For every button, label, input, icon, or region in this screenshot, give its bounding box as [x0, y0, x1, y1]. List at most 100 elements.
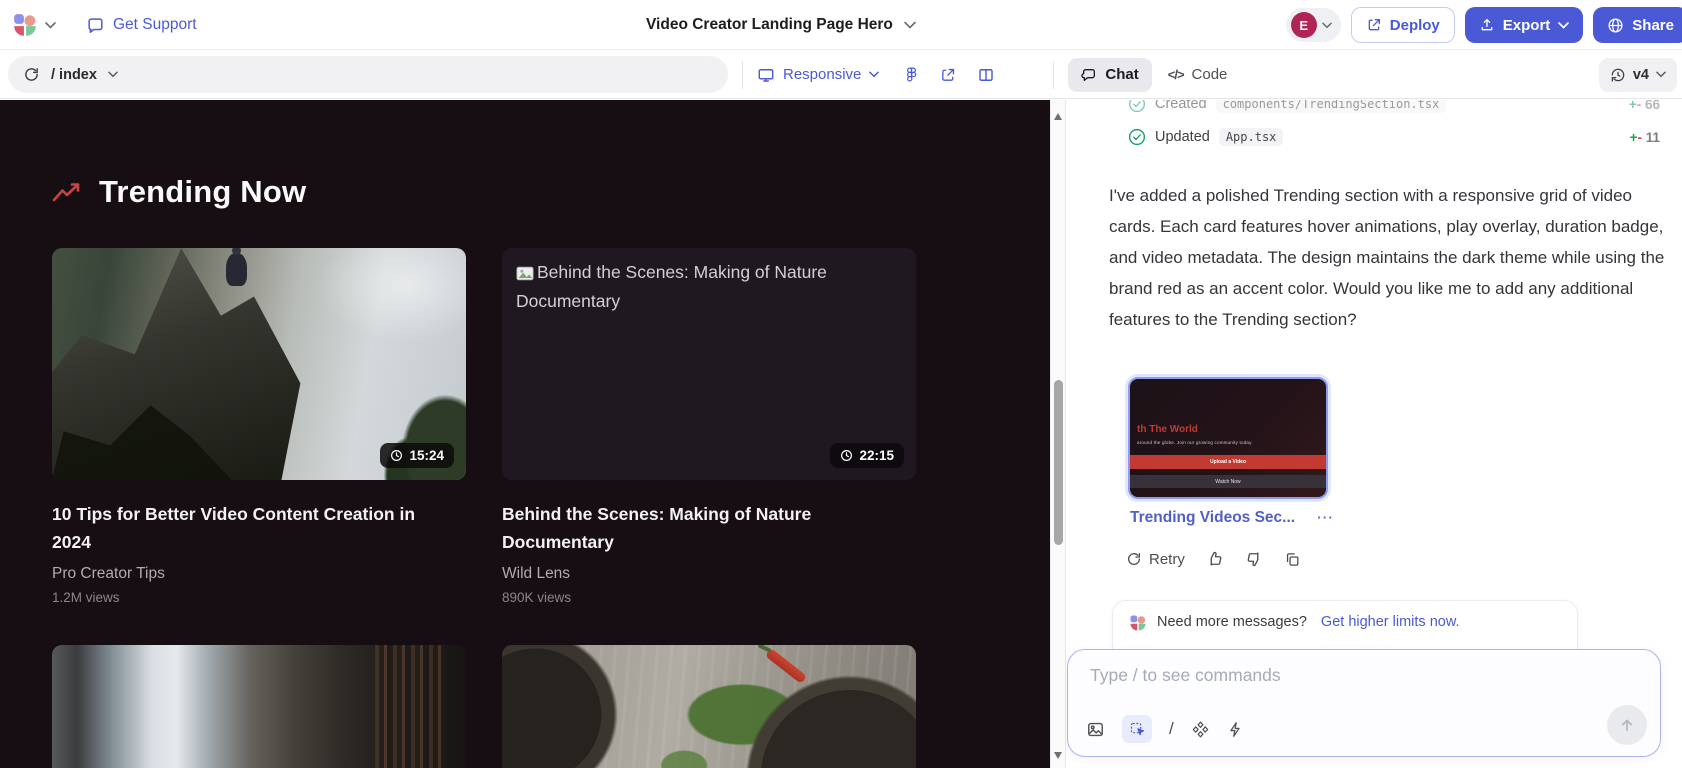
thumb-heading: th The World: [1137, 424, 1198, 435]
retry-label: Retry: [1149, 551, 1185, 568]
thumbs-up-button[interactable]: [1206, 550, 1224, 568]
account-menu[interactable]: E: [1286, 8, 1341, 42]
chevron-down-icon: [904, 21, 916, 29]
video-channel: Wild Lens: [502, 565, 916, 583]
broken-image-icon: [516, 266, 534, 281]
preview-scrollbar[interactable]: [1050, 100, 1065, 768]
chili-garnish: [765, 648, 807, 684]
globe-icon: [1607, 17, 1624, 34]
tab-code[interactable]: </> Code: [1168, 66, 1228, 83]
quick-actions-bolt-icon[interactable]: [1227, 721, 1244, 738]
assistant-message: I've added a polished Trending section w…: [1109, 180, 1671, 335]
video-views: 890K views: [502, 590, 916, 605]
url-bar[interactable]: / index: [8, 56, 728, 93]
divider: [742, 61, 743, 89]
video-thumbnail[interactable]: [52, 645, 466, 768]
event-action: Created: [1155, 100, 1207, 112]
video-card[interactable]: Behind the Scenes: Making of Nature Docu…: [502, 248, 916, 605]
support-bubble-icon: [86, 16, 105, 35]
file-event-row[interactable]: Created components/TrendingSection.tsx +…: [1128, 100, 1660, 117]
version-label: v4: [1633, 67, 1649, 83]
chevron-down-icon[interactable]: [108, 71, 118, 78]
get-higher-limits-link[interactable]: Get higher limits now.: [1321, 614, 1460, 630]
video-thumbnail[interactable]: 15:24: [52, 248, 466, 480]
export-label: Export: [1503, 17, 1551, 34]
video-card[interactable]: [52, 645, 466, 768]
image-alt-text: Behind the Scenes: Making of Nature Docu…: [516, 258, 902, 316]
history-icon: [1610, 67, 1626, 83]
video-card[interactable]: 15:24 10 Tips for Better Video Content C…: [52, 248, 466, 605]
export-button[interactable]: Export: [1465, 7, 1584, 43]
limits-text: Need more messages?: [1157, 614, 1307, 630]
diff-count: +- 11: [1630, 130, 1660, 145]
send-button[interactable]: [1607, 705, 1647, 745]
version-history-dropdown[interactable]: v4: [1599, 58, 1677, 92]
project-title: Video Creator Landing Page Hero: [646, 16, 893, 34]
chevron-down-icon: [1558, 22, 1569, 29]
section-title: Trending Now: [99, 174, 306, 210]
split-view-icon[interactable]: [977, 66, 995, 84]
route-path: / index: [51, 67, 97, 83]
attachment-name[interactable]: Trending Videos Sec...: [1130, 509, 1295, 527]
code-icon: </>: [1168, 67, 1184, 82]
file-event-row[interactable]: Updated App.tsx +- 11: [1128, 124, 1660, 150]
monitor-icon: [757, 66, 775, 84]
avatar: E: [1291, 12, 1317, 38]
device-mode-label: Responsive: [783, 66, 861, 83]
scroll-down-arrow[interactable]: [1054, 752, 1062, 759]
get-support-link[interactable]: Get Support: [86, 16, 197, 35]
deploy-button[interactable]: Deploy: [1351, 7, 1455, 43]
app-logo-icon: [12, 12, 38, 38]
video-card[interactable]: [502, 645, 916, 768]
chevron-down-icon: [45, 22, 56, 29]
deploy-label: Deploy: [1390, 17, 1440, 34]
chat-tab-label: Chat: [1105, 66, 1138, 83]
get-support-label: Get Support: [113, 16, 197, 34]
retry-button[interactable]: Retry: [1126, 551, 1185, 568]
toolbar: / index Responsive: [0, 51, 1682, 99]
app-logo-icon: [1129, 614, 1147, 632]
video-title[interactable]: Behind the Scenes: Making of Nature Docu…: [502, 500, 898, 556]
site-preview-pane: Trending Now 15:24 10 Tips for Better Vi…: [0, 100, 1050, 768]
device-mode-dropdown[interactable]: Responsive: [757, 66, 879, 84]
slash-command-button[interactable]: /: [1169, 719, 1174, 739]
divider: [1053, 61, 1054, 89]
thumb-secondary-button: Watch Now: [1130, 475, 1326, 488]
trending-up-icon: [52, 181, 82, 204]
chat-input-box[interactable]: /: [1067, 649, 1661, 757]
attach-image-button[interactable]: [1086, 720, 1105, 739]
chevron-down-icon: [1322, 22, 1332, 29]
project-title-menu[interactable]: Video Creator Landing Page Hero: [646, 0, 916, 50]
copy-button[interactable]: [1284, 551, 1301, 568]
external-link-icon: [1366, 17, 1382, 33]
video-thumbnail-broken[interactable]: Behind the Scenes: Making of Nature Docu…: [502, 248, 916, 480]
attachment-menu-button[interactable]: ⋯: [1316, 508, 1334, 528]
attachment-thumbnail[interactable]: th The World around the globe. Join our …: [1128, 377, 1328, 499]
video-title[interactable]: 10 Tips for Better Video Content Creatio…: [52, 500, 448, 556]
thumbs-down-button[interactable]: [1245, 550, 1263, 568]
reload-icon[interactable]: [23, 66, 40, 83]
scrollbar-thumb[interactable]: [1054, 380, 1063, 545]
chat-panel: Created components/TrendingSection.tsx +…: [1065, 100, 1682, 768]
duration-badge: 22:15: [830, 443, 904, 468]
figma-component-icon[interactable]: [903, 66, 920, 83]
chat-input[interactable]: [1088, 664, 1508, 687]
tab-chat[interactable]: Chat: [1068, 58, 1151, 92]
share-button[interactable]: Share: [1593, 7, 1682, 43]
check-circle-icon: [1128, 128, 1146, 146]
event-action: Updated: [1155, 129, 1210, 145]
event-file-badge: App.tsx: [1219, 128, 1284, 146]
top-chrome-bar: Get Support Video Creator Landing Page H…: [0, 0, 1682, 50]
app-logo-menu[interactable]: [12, 12, 56, 38]
select-element-button[interactable]: [1122, 715, 1152, 743]
scroll-up-arrow[interactable]: [1054, 113, 1062, 120]
chevron-down-icon: [1656, 71, 1666, 78]
thumb-subtext: around the globe. Join our growing commu…: [1137, 440, 1253, 445]
chevron-down-icon: [869, 71, 879, 78]
design-system-icon[interactable]: [1191, 720, 1210, 739]
open-in-new-window-icon[interactable]: [940, 66, 957, 83]
photographer-figure: [226, 253, 247, 286]
duration-badge: 15:24: [380, 443, 454, 468]
event-file-badge: components/TrendingSection.tsx: [1216, 100, 1447, 113]
video-thumbnail[interactable]: [502, 645, 916, 768]
